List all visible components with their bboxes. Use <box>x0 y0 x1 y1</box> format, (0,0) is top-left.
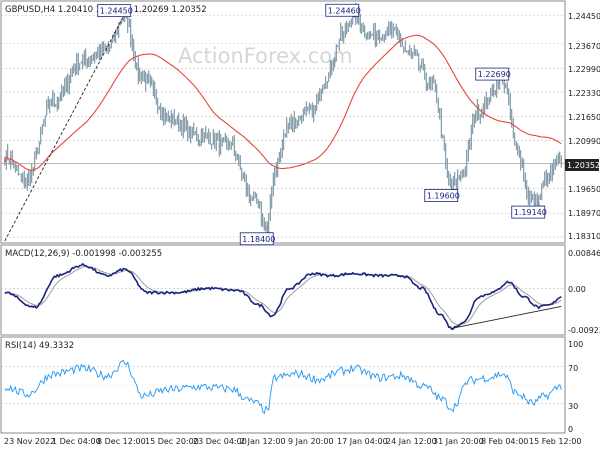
chart-window: ActionForex.com GBPUSD,H4 1.20410 1.2042… <box>0 0 600 450</box>
x-axis-label: 15 Feb 12:00 <box>529 437 581 446</box>
annotation-label: 1.19600 <box>427 192 460 201</box>
rsi-tick-label: 100 <box>568 340 583 349</box>
annotation-label: 1.19140 <box>514 208 547 217</box>
price-tick-label: 1.18970 <box>568 209 600 218</box>
rsi-line <box>4 359 562 415</box>
current-price-label: 1.20352 <box>567 161 600 170</box>
price-tick-label: 1.24450 <box>568 12 600 21</box>
annotation-label: 1.22690 <box>478 70 511 79</box>
macd-line <box>4 262 562 330</box>
rsi-tick-label: 70 <box>568 364 578 373</box>
price-tick-label: 1.19650 <box>568 185 600 194</box>
rsi-tick-label: 0 <box>568 425 573 434</box>
macd-tick-label: -0.009233 <box>568 326 600 335</box>
x-axis-label: 15 Dec 20:00 <box>145 437 199 446</box>
rsi-header: RSI(14) 49.3332 <box>5 341 74 351</box>
annotation-label: 1.24450 <box>100 7 133 16</box>
annotation-label: 1.24460 <box>328 6 361 15</box>
x-axis-label: 9 Jan 20:00 <box>288 437 334 446</box>
macd-header: MACD(12,26,9) -0.001998 -0.003255 <box>5 249 162 259</box>
price-tick-label: 1.21650 <box>568 113 600 122</box>
x-axis-label: 23 Nov 2022 <box>4 437 55 446</box>
macd-tick-label: 0.00 <box>568 285 586 294</box>
x-axis-label: 8 Feb 04:00 <box>481 437 528 446</box>
price-tick-label: 1.22330 <box>568 89 600 98</box>
rsi-tick-label: 30 <box>568 402 578 411</box>
annotation-label: 1.18400 <box>242 235 275 244</box>
price-chart: ActionForex.com GBPUSD,H4 1.20410 1.2042… <box>0 0 600 446</box>
watermark: ActionForex.com <box>178 44 353 68</box>
x-axis-label: 24 Jan 12:00 <box>386 437 437 446</box>
x-axis-label: 8 Dec 12:00 <box>97 437 146 446</box>
x-axis-label: 17 Jan 04:00 <box>337 437 388 446</box>
price-tick-label: 1.18310 <box>568 232 600 241</box>
macd-tick-label: 0.008467 <box>568 249 600 258</box>
x-axis-label: 1 Dec 04:00 <box>52 437 101 446</box>
price-trendline <box>4 8 129 242</box>
x-axis-label: 31 Jan 20:00 <box>433 437 484 446</box>
x-axis-label: 2 Jan 12:00 <box>240 437 286 446</box>
price-tick-label: 1.23670 <box>568 42 600 51</box>
x-axis-label: 23 Dec 04:00 <box>193 437 247 446</box>
price-tick-label: 1.20990 <box>568 137 600 146</box>
price-tick-label: 1.22990 <box>568 65 600 74</box>
